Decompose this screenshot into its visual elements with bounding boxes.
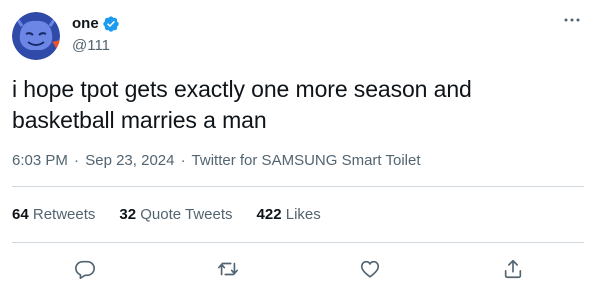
retweets-stat[interactable]: 64 Retweets [12, 205, 95, 225]
likes-stat[interactable]: 422 Likes [257, 205, 321, 225]
retweet-icon [218, 262, 238, 276]
tweet-source[interactable]: Twitter for SAMSUNG Smart Toilet [192, 152, 421, 169]
avatar[interactable] [12, 12, 60, 60]
author-name-row: one [72, 14, 120, 34]
like-button[interactable] [353, 252, 387, 286]
likes-count: 422 [256, 206, 282, 223]
more-dots-icon [564, 18, 580, 22]
tweet-actions [0, 252, 596, 282]
display-name[interactable]: one [72, 14, 99, 34]
share-icon [504, 259, 522, 279]
reply-button[interactable] [68, 252, 102, 286]
reply-icon [75, 260, 95, 279]
share-button[interactable] [496, 252, 530, 286]
tweet-stats: 64 Retweets 32 Quote Tweets 422 Likes [12, 205, 321, 225]
divider [12, 242, 584, 243]
avatar-image [12, 12, 60, 60]
retweets-label: Retweets [32, 206, 96, 223]
tweet-date[interactable]: Sep 23, 2024 [85, 152, 174, 169]
meta-separator: · [74, 152, 80, 169]
quote-tweets-count: 32 [119, 206, 137, 223]
more-options-button[interactable] [562, 10, 582, 30]
retweets-count: 64 [12, 206, 29, 223]
heart-icon [360, 260, 380, 278]
meta-separator: · [180, 152, 186, 169]
author-handle[interactable]: @111 [72, 36, 110, 56]
retweet-button[interactable] [211, 252, 245, 286]
quote-tweets-stat[interactable]: 32 Quote Tweets [119, 205, 232, 225]
likes-label: Likes [285, 206, 321, 223]
tweet-time[interactable]: 6:03 PM [12, 152, 68, 169]
verified-badge-icon [102, 16, 119, 32]
tweet-meta: 6:03 PM · Sep 23, 2024 · Twitter for SAM… [12, 151, 421, 171]
divider [12, 186, 584, 187]
quote-tweets-label: Quote Tweets [140, 206, 233, 223]
tweet-text: i hope tpot gets exactly one more season… [12, 76, 472, 133]
